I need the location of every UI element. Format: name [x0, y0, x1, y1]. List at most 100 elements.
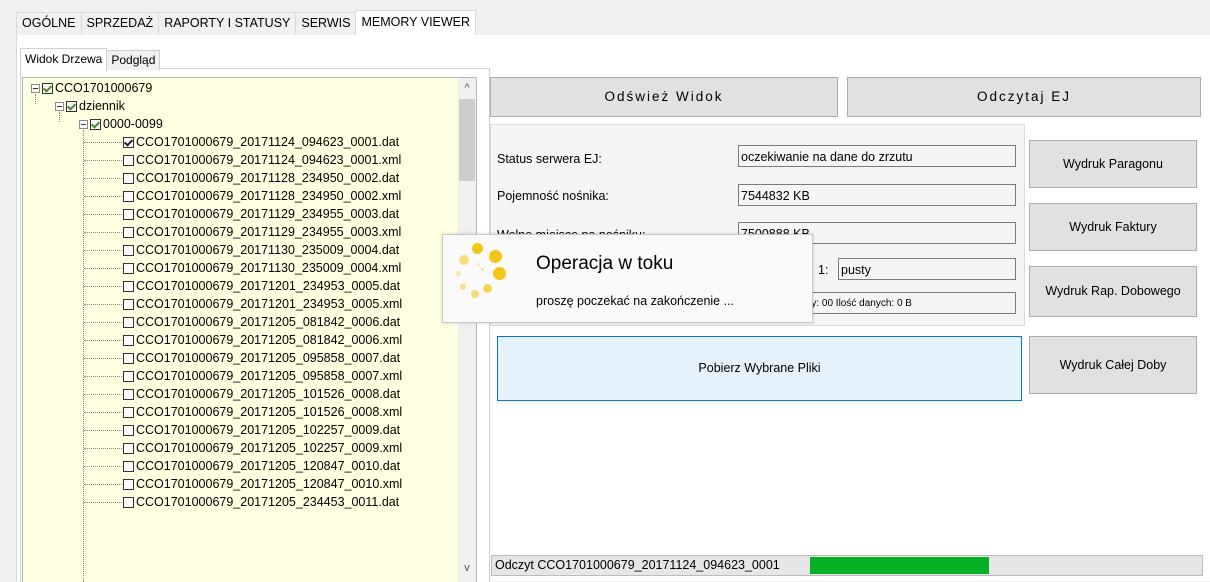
checkbox[interactable] — [123, 425, 134, 436]
checkbox[interactable] — [123, 209, 134, 220]
tree-line — [84, 250, 122, 251]
checkbox[interactable] — [123, 155, 134, 166]
print-whole-day-button[interactable]: Wydruk Całej Doby — [1029, 336, 1197, 394]
checkbox[interactable] — [123, 407, 134, 418]
tree-line — [84, 484, 122, 485]
print-invoice-button[interactable]: Wydruk Faktury — [1029, 203, 1197, 251]
tree-file-node[interactable]: CCO1701000679_20171205_102257_0009.xml — [123, 439, 402, 457]
print-receipt-button[interactable]: Wydruk Paragonu — [1029, 140, 1197, 188]
tree-file-node[interactable]: CCO1701000679_20171129_234955_0003.xml — [123, 223, 401, 241]
tree-file-node[interactable]: CCO1701000679_20171205_101526_0008.xml — [123, 403, 402, 421]
tab-ogolne[interactable]: OGÓLNE — [16, 12, 82, 34]
tree-file-node[interactable]: CCO1701000679_20171128_234950_0002.dat — [123, 169, 399, 187]
tree-file-node[interactable]: CCO1701000679_20171205_081842_0006.dat — [123, 313, 400, 331]
tree-line — [84, 358, 122, 359]
tree-line — [84, 466, 122, 467]
scroll-down-icon[interactable]: v — [458, 562, 476, 574]
operation-in-progress-dialog: Operacja w toku proszę poczekać na zakoń… — [442, 234, 813, 323]
checkbox[interactable] — [123, 443, 134, 454]
checkbox[interactable] — [42, 83, 53, 94]
tree-node-label: CCO1701000679_20171124_094623_0001.dat — [136, 135, 400, 149]
dialog-title: Operacja w toku — [536, 253, 674, 274]
tree-file-node[interactable]: CCO1701000679_20171129_234955_0003.dat — [123, 205, 399, 223]
tree-file-node[interactable]: CCO1701000679_20171128_234950_0002.xml — [123, 187, 401, 205]
tab-memory-viewer[interactable]: MEMORY VIEWER — [355, 10, 477, 35]
tree-line — [84, 322, 122, 323]
checkbox[interactable] — [90, 119, 101, 130]
main-tab-strip: OGÓLNE SPRZEDAŻ RAPORTY I STATUSY SERWIS… — [16, 10, 477, 35]
checkbox[interactable] — [123, 353, 134, 364]
tree-node-label: CCO1701000679_20171205_102257_0009.dat — [136, 423, 401, 437]
checkbox[interactable] — [123, 191, 134, 202]
tree-file-node[interactable]: CCO1701000679_20171130_235009_0004.xml — [123, 259, 401, 277]
tree-file-node[interactable]: CCO1701000679_20171205_234453_0011.dat — [123, 493, 399, 511]
tree-node-label: CCO1701000679_20171128_234950_0002.xml — [136, 189, 402, 203]
tab-podglad[interactable]: Podgląd — [106, 50, 161, 70]
tab-widok-drzewa[interactable]: Widok Drzewa — [20, 48, 108, 71]
checkbox[interactable] — [123, 497, 134, 508]
tree-line — [84, 214, 122, 215]
tree-file-node[interactable]: CCO1701000679_20171205_095858_0007.xml — [123, 367, 402, 385]
checkbox[interactable] — [123, 245, 134, 256]
collapse-icon[interactable] — [79, 120, 88, 129]
tree-file-node[interactable]: CCO1701000679_20171205_101526_0008.dat — [123, 385, 400, 403]
refresh-view-button[interactable]: Odśwież Widok — [490, 77, 838, 117]
read-ej-button[interactable]: Odczytaj EJ — [847, 77, 1201, 117]
tree-node-label: CCO1701000679_20171201_234953_0005.xml — [136, 297, 403, 311]
file-tree[interactable]: CCO1701000679 dziennik 0000-0099 CCO1701… — [22, 77, 460, 582]
tree-file-node[interactable]: CCO1701000679_20171205_120847_0010.dat — [123, 457, 400, 475]
day-info-field: Doby: 00 Ilość danych: 0 B — [790, 292, 1016, 314]
tree-file-node[interactable]: CCO1701000679_20171124_094623_0001.dat — [123, 133, 399, 151]
checkbox[interactable] — [123, 299, 134, 310]
tree-line — [84, 394, 122, 395]
checkbox[interactable] — [123, 173, 134, 184]
tree-file-node[interactable]: CCO1701000679_20171201_234953_0005.dat — [123, 277, 400, 295]
checkbox[interactable] — [123, 371, 134, 382]
server-status-label: Status serwera EJ: — [497, 152, 602, 166]
checkbox[interactable] — [123, 281, 134, 292]
tree-line — [84, 412, 122, 413]
tree-line — [84, 448, 122, 449]
tree-file-node[interactable]: CCO1701000679_20171124_094623_0001.xml — [123, 151, 401, 169]
tree-file-node[interactable]: CCO1701000679_20171201_234953_0005.xml — [123, 295, 402, 313]
tree-file-node[interactable]: CCO1701000679_20171205_120847_0010.xml — [123, 475, 402, 493]
tree-file-node[interactable]: CCO1701000679_20171205_081842_0006.xml — [123, 331, 402, 349]
checkbox[interactable] — [123, 479, 134, 490]
tree-node-label: CCO1701000679 — [55, 81, 153, 95]
checkbox[interactable] — [123, 227, 134, 238]
checkbox[interactable] — [123, 461, 134, 472]
tree-file-node[interactable]: CCO1701000679_20171205_102257_0009.dat — [123, 421, 400, 439]
tree-file-node[interactable]: CCO1701000679_20171130_235009_0004.dat — [123, 241, 399, 259]
download-selected-button[interactable]: Pobierz Wybrane Pliki — [497, 336, 1022, 401]
tree-node-label: CCO1701000679_20171205_081842_0006.xml — [136, 333, 403, 347]
checkbox[interactable] — [123, 137, 134, 148]
checkbox[interactable] — [123, 335, 134, 346]
tree-node-root[interactable]: CCO1701000679 — [31, 79, 152, 97]
collapse-icon[interactable] — [55, 102, 64, 111]
tree-line — [84, 286, 122, 287]
checkbox[interactable] — [123, 263, 134, 274]
tab-raporty[interactable]: RAPORTY I STATUSY — [158, 12, 297, 34]
checkbox[interactable] — [123, 317, 134, 328]
print-daily-report-button[interactable]: Wydruk Rap. Dobowego — [1029, 266, 1197, 317]
capacity-label: Pojemność nośnika: — [497, 189, 609, 203]
tree-line — [84, 430, 122, 431]
tree-node-label: CCO1701000679_20171205_101526_0008.xml — [136, 405, 403, 419]
tree-file-node[interactable]: CCO1701000679_20171205_095858_0007.dat — [123, 349, 400, 367]
tree-node-dziennik[interactable]: dziennik — [55, 97, 125, 115]
collapse-icon[interactable] — [31, 84, 40, 93]
tab-sprzedaz[interactable]: SPRZEDAŻ — [80, 12, 160, 34]
server-status-field: oczekiwanie na dane do zrzutu — [738, 145, 1016, 167]
scroll-thumb[interactable] — [459, 99, 475, 181]
tree-node-label: CCO1701000679_20171205_101526_0008.dat — [136, 387, 401, 401]
checkbox[interactable] — [66, 101, 77, 112]
scroll-up-icon[interactable]: ^ — [458, 82, 476, 94]
tree-node-label: CCO1701000679_20171124_094623_0001.xml — [136, 153, 402, 167]
tab-serwis[interactable]: SERWIS — [295, 12, 357, 34]
tree-line — [84, 268, 122, 269]
checkbox[interactable] — [123, 389, 134, 400]
tree-line — [84, 178, 122, 179]
tree-line — [83, 130, 84, 582]
tree-node-label: CCO1701000679_20171205_234453_0011.dat — [136, 495, 400, 509]
tree-node-range[interactable]: 0000-0099 — [79, 115, 163, 133]
